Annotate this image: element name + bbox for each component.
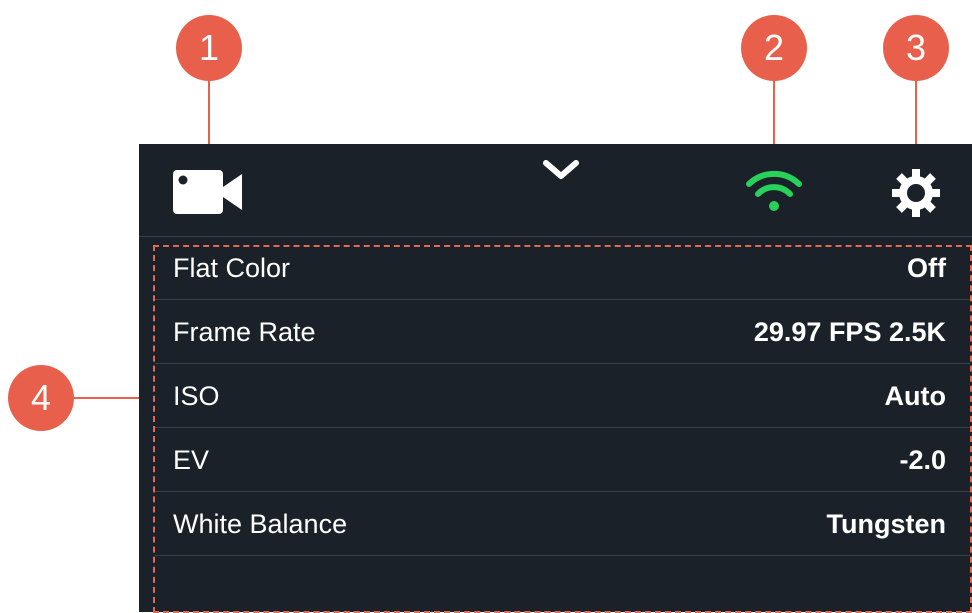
callout-number: 4 xyxy=(30,377,52,418)
callout-3: 3 xyxy=(883,15,949,81)
callout-number: 1 xyxy=(198,27,220,68)
camera-settings-panel: Flat Color Off Frame Rate 29.97 FPS 2.5K… xyxy=(139,144,972,613)
setting-value: Tungsten xyxy=(826,509,946,539)
setting-label: Frame Rate xyxy=(173,317,316,347)
setting-row-flat-color[interactable]: Flat Color Off xyxy=(155,238,970,300)
callout-4: 4 xyxy=(8,365,74,431)
setting-value: Auto xyxy=(884,381,946,411)
callout-number: 3 xyxy=(905,27,927,68)
wifi-icon[interactable] xyxy=(743,168,805,214)
setting-label: EV xyxy=(173,445,210,475)
setting-value: -2.0 xyxy=(899,445,946,475)
setting-row-white-balance[interactable]: White Balance Tungsten xyxy=(155,494,970,556)
settings-list-highlight xyxy=(153,245,972,613)
gear-icon[interactable] xyxy=(889,166,943,220)
chevron-down-icon[interactable] xyxy=(541,156,581,184)
setting-row-iso[interactable]: ISO Auto xyxy=(155,366,970,428)
callout-2: 2 xyxy=(741,15,807,81)
setting-row-ev[interactable]: EV -2.0 xyxy=(155,430,970,492)
callout-1: 1 xyxy=(176,15,242,81)
setting-value: Off xyxy=(907,253,946,283)
setting-value: 29.97 FPS 2.5K xyxy=(753,317,946,347)
callout-number: 2 xyxy=(763,27,785,68)
setting-label: Flat Color xyxy=(173,253,291,283)
top-bar xyxy=(139,144,972,237)
setting-label: ISO xyxy=(173,381,220,411)
setting-label: White Balance xyxy=(173,509,348,539)
video-camera-icon[interactable] xyxy=(173,170,243,214)
setting-row-frame-rate[interactable]: Frame Rate 29.97 FPS 2.5K xyxy=(155,302,970,364)
